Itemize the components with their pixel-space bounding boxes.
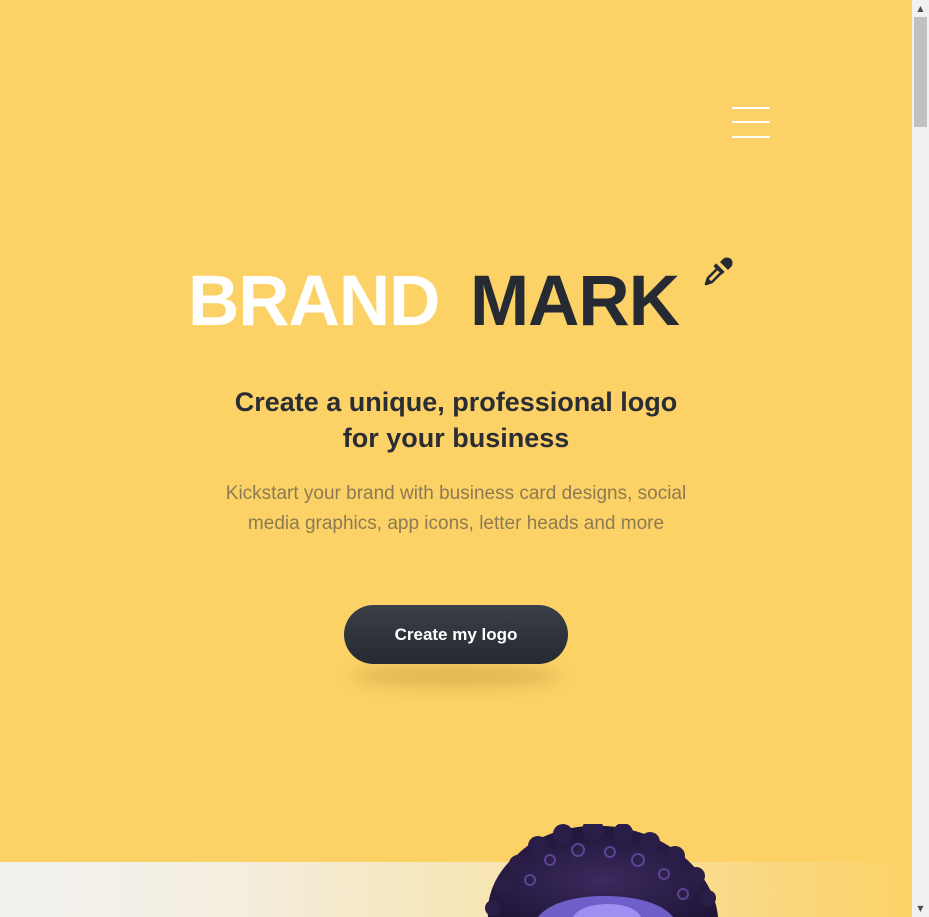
- cta-shadow: [352, 665, 560, 687]
- subtext-line-2: media graphics, app icons, letter heads …: [247, 513, 665, 534]
- headline-line-2: for your business: [342, 423, 570, 453]
- headline-line-1: Create a unique, professional logo: [234, 387, 678, 417]
- create-logo-button[interactable]: Create my logo: [344, 605, 568, 664]
- subtext-line-1: Kickstart your brand with business card …: [225, 483, 687, 504]
- menu-bar-top: [732, 107, 770, 109]
- bottom-section-band: [0, 862, 912, 917]
- scrollbar-thumb[interactable]: [914, 17, 927, 127]
- person-photo: [485, 824, 718, 917]
- scroll-up-arrow-icon[interactable]: ▲: [912, 0, 929, 17]
- vertical-scrollbar[interactable]: ▲ ▼: [912, 0, 929, 917]
- menu-bar-bottom: [732, 136, 770, 138]
- logo-word-brand: BRAND: [188, 262, 440, 341]
- hamburger-menu-icon[interactable]: [732, 107, 770, 139]
- logo-word-mark: MARK: [470, 262, 680, 341]
- scroll-down-arrow-icon[interactable]: ▼: [912, 900, 929, 917]
- hero-subtext: Kickstart your brand with business card …: [186, 479, 726, 539]
- hero-headline: Create a unique, professional logo for y…: [156, 384, 756, 456]
- eyedropper-icon: [704, 257, 733, 286]
- landing-page: BRAND MARK Create a unique, professional…: [0, 0, 912, 917]
- menu-bar-middle: [732, 121, 770, 123]
- brandmark-logo[interactable]: BRAND MARK: [188, 257, 748, 342]
